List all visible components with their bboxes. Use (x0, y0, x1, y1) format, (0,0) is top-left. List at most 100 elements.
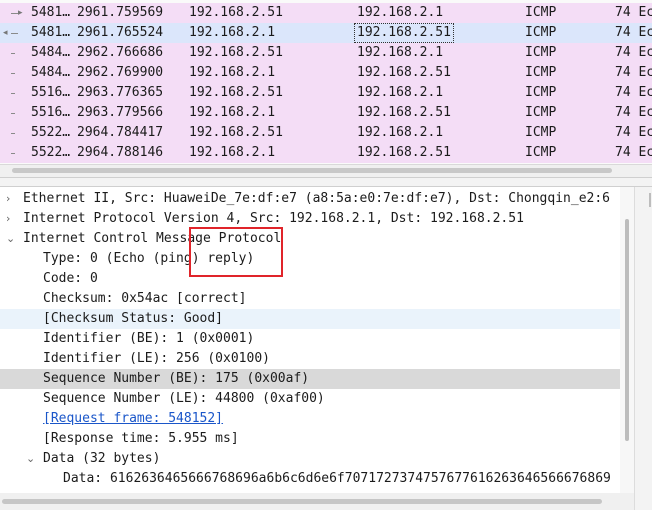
bracket-tick (11, 33, 18, 34)
request-frame-link[interactable]: [Request frame: 548152] (43, 411, 223, 427)
packet-time: 2961.759569 (77, 5, 164, 20)
packet-protocol: ICMP (525, 145, 557, 160)
request-arrow-icon: ▸ (18, 8, 23, 18)
packet-protocol: ICMP (525, 25, 557, 40)
packet-destination: 192.168.2.51 (357, 65, 451, 80)
packet-destination: 192.168.2.1 (357, 45, 444, 60)
packet-number: 5481… (31, 25, 71, 40)
field-code[interactable]: Code: 0 (0, 269, 620, 289)
field-label: Identifier (LE): 256 (0x0100) (43, 351, 270, 366)
packet-time: 2963.779566 (77, 105, 164, 120)
packet-number: 5484… (31, 65, 71, 80)
packet-info: 74 Ec (615, 105, 652, 120)
bracket-tick (11, 73, 15, 74)
field-sequence-le[interactable]: Sequence Number (LE): 44800 (0xaf00) (0, 389, 620, 409)
chevron-down-icon[interactable]: ⌄ (26, 452, 35, 466)
bracket-tick (11, 133, 15, 134)
packet-info: 74 Ec (615, 45, 652, 60)
packet-info: 74 Ec (615, 25, 652, 40)
packet-source: 192.168.2.51 (189, 85, 283, 100)
packet-row[interactable]: 5484… 2962.766686 192.168.2.51 192.168.2.1 I… (0, 43, 652, 63)
packet-protocol: ICMP (525, 45, 557, 60)
packet-protocol: ICMP (525, 105, 557, 120)
field-identifier-be[interactable]: Identifier (BE): 1 (0x0001) (0, 329, 620, 349)
field-request-frame[interactable]: [Request frame: 548152] (0, 409, 620, 429)
packet-row[interactable]: 5484… 2962.769900 192.168.2.1 192.168.2.51 I… (0, 63, 652, 83)
packet-number: 5516… (31, 85, 71, 100)
packet-source: 192.168.2.1 (189, 105, 276, 120)
packet-number: 5516… (31, 105, 71, 120)
packet-row[interactable]: 5522… 2964.788146 192.168.2.1 192.168.2.51 I… (0, 143, 652, 163)
packet-destination: 192.168.2.51 (354, 23, 454, 43)
scrollbar-thumb[interactable] (12, 168, 612, 173)
packet-row[interactable]: 5522… 2964.784417 192.168.2.51 192.168.2.1 I… (0, 123, 652, 143)
tree-item-label: Data (32 bytes) (43, 451, 161, 466)
packet-destination: 192.168.2.51 (357, 105, 451, 120)
bracket-tick (11, 113, 15, 114)
tree-item-ethernet[interactable]: › Ethernet II, Src: HuaweiDe_7e:df:e7 (a… (0, 189, 620, 209)
bracket-tick (11, 93, 15, 94)
field-checksum[interactable]: Checksum: 0x54ac [correct] (0, 289, 620, 309)
tree-item-data[interactable]: ⌄ Data (32 bytes) (0, 449, 620, 469)
field-sequence-be[interactable]: Sequence Number (BE): 175 (0x00af) (0, 369, 620, 389)
packet-source: 192.168.2.51 (189, 125, 283, 140)
tree-item-ip[interactable]: › Internet Protocol Version 4, Src: 192.… (0, 209, 620, 229)
field-label: Identifier (BE): 1 (0x0001) (43, 331, 255, 346)
packet-row[interactable]: 5481… 2961.759569 192.168.2.51 192.168.2.1 I… (0, 3, 652, 23)
field-data[interactable]: Data: 6162636465666768696a6b6c6d6e6f7071… (0, 469, 620, 489)
packet-time: 2962.769900 (77, 65, 164, 80)
field-type[interactable]: Type: 0 (Echo (ping) reply) (0, 249, 620, 269)
details-vertical-scrollbar[interactable] (620, 187, 634, 493)
packet-info: 74 Ec (615, 85, 652, 100)
field-label: Checksum: 0x54ac [correct] (43, 291, 247, 306)
response-arrow-icon: ◂ (3, 28, 8, 38)
packet-protocol: ICMP (525, 125, 557, 140)
chevron-right-icon[interactable]: › (6, 192, 10, 206)
divider (649, 193, 651, 207)
field-label: Type: 0 (Echo (ping) reply) (43, 251, 255, 266)
bracket-tick (11, 153, 15, 154)
chevron-down-icon[interactable]: ⌄ (6, 232, 15, 246)
packet-row[interactable]: 5481… 2961.765524 192.168.2.1 192.168.2.51 I… (0, 23, 652, 43)
field-label: [Response time: 5.955 ms] (43, 431, 239, 446)
packet-number: 5522… (31, 125, 71, 140)
details-horizontal-scrollbar[interactable] (0, 493, 634, 510)
packet-source: 192.168.2.51 (189, 5, 283, 20)
byte-pane-edge (634, 187, 652, 510)
packet-source: 192.168.2.1 (189, 145, 276, 160)
tree-item-icmp[interactable]: ⌄ Internet Control Message Protocol (0, 229, 620, 249)
field-label: [Checksum Status: Good] (43, 311, 224, 326)
packet-details-tree[interactable]: › Ethernet II, Src: HuaweiDe_7e:df:e7 (a… (0, 187, 620, 493)
packet-list[interactable]: 5481… 2961.759569 192.168.2.51 192.168.2.1 I… (0, 0, 652, 164)
packet-info: 74 Ec (615, 65, 652, 80)
packet-list-horizontal-scrollbar[interactable] (0, 164, 652, 177)
packet-number: 5484… (31, 45, 71, 60)
packet-source: 192.168.2.1 (189, 65, 276, 80)
packet-row[interactable]: 5516… 2963.779566 192.168.2.1 192.168.2.51 I… (0, 103, 652, 123)
packet-row[interactable]: 5516… 2963.776365 192.168.2.51 192.168.2.1 I… (0, 83, 652, 103)
packet-protocol: ICMP (525, 85, 557, 100)
tree-item-label: Internet Control Message Protocol (23, 231, 282, 246)
packet-protocol: ICMP (525, 5, 557, 20)
packet-time: 2962.766686 (77, 45, 164, 60)
packet-info: 74 Ec (615, 145, 652, 160)
packet-source: 192.168.2.1 (189, 25, 276, 40)
packet-source: 192.168.2.51 (189, 45, 283, 60)
packet-destination: 192.168.2.51 (357, 145, 451, 160)
scrollbar-thumb[interactable] (2, 499, 602, 504)
field-identifier-le[interactable]: Identifier (LE): 256 (0x0100) (0, 349, 620, 369)
packet-time: 2964.784417 (77, 125, 164, 140)
packet-info: 74 Ec (615, 125, 652, 140)
field-response-time[interactable]: [Response time: 5.955 ms] (0, 429, 620, 449)
pane-splitter[interactable] (0, 177, 652, 187)
field-label: Sequence Number (LE): 44800 (0xaf00) (43, 391, 325, 406)
packet-time: 2963.776365 (77, 85, 164, 100)
scrollbar-thumb[interactable] (625, 219, 629, 441)
packet-time: 2961.765524 (77, 25, 164, 40)
chevron-right-icon[interactable]: › (6, 212, 10, 226)
bracket-tick (11, 13, 18, 14)
field-label: Data: 6162636465666768696a6b6c6d6e6f7071… (63, 471, 611, 486)
tree-item-label: Ethernet II, Src: HuaweiDe_7e:df:e7 (a8:… (23, 191, 610, 206)
field-checksum-status[interactable]: [Checksum Status: Good] (0, 309, 620, 329)
packet-destination: 192.168.2.1 (357, 85, 444, 100)
